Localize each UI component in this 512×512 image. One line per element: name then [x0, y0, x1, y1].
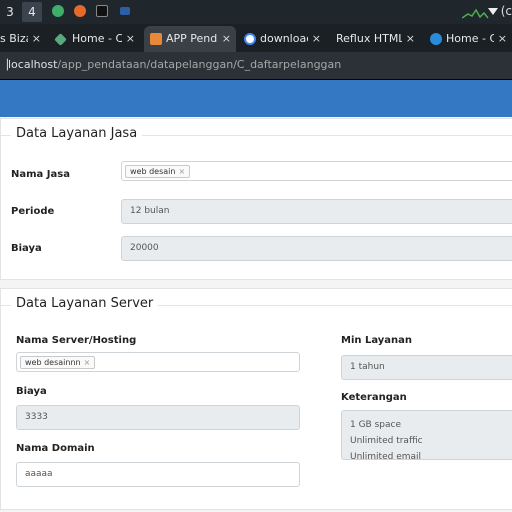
- firefox-icon[interactable]: [74, 5, 86, 17]
- tab-home-cyber[interactable]: Home - Cybe ×: [50, 26, 140, 52]
- biaya-server-label: Biaya: [16, 386, 47, 397]
- tab-close-icon[interactable]: ×: [126, 26, 135, 52]
- keterangan-line: 1 GB space: [350, 420, 401, 430]
- url-text[interactable]: localhost/app_pendataan/datapelanggan/C_…: [8, 58, 341, 71]
- nama-server-label: Nama Server/Hosting: [16, 335, 137, 346]
- tag-text: web desainnn: [25, 358, 81, 367]
- tag-text: web desain: [130, 167, 176, 176]
- jasa-fieldset: Data Layanan Jasa Nama Jasa web desain × …: [0, 118, 512, 280]
- address-bar[interactable]: ▕ localhost/app_pendataan/datapelanggan/…: [0, 52, 512, 80]
- system-taskbar: 3 4 (c: [0, 0, 512, 24]
- biaya-jasa-field[interactable]: 20000: [121, 236, 512, 261]
- app-header-bar: [0, 80, 512, 117]
- biaya-jasa-label: Biaya: [11, 243, 42, 254]
- window-icon[interactable]: [120, 7, 130, 15]
- tab-close-icon[interactable]: ×: [222, 26, 231, 52]
- app-launcher-icon[interactable]: [52, 5, 64, 17]
- nama-jasa-select[interactable]: web desain ×: [121, 161, 512, 181]
- jasa-legend: Data Layanan Jasa: [11, 126, 143, 141]
- keterangan-line: Unlimited email: [350, 452, 422, 460]
- canvas-favicon-icon: [430, 33, 442, 45]
- tab-app-pendataan[interactable]: APP Pendata ×: [144, 26, 236, 52]
- browser-tab-strip: s Bizarr × Home - Cybe × APP Pendata × d…: [0, 24, 512, 52]
- diamond-favicon-icon: [54, 33, 67, 46]
- nama-domain-label: Nama Domain: [16, 443, 95, 454]
- tab-close-icon[interactable]: ×: [406, 26, 415, 52]
- keterangan-label: Keterangan: [341, 392, 407, 403]
- url-path: /app_pendataan/datapelanggan/C_daftarpel…: [57, 58, 342, 71]
- tab-download[interactable]: download fr ×: [238, 26, 326, 52]
- server-legend: Data Layanan Server: [11, 296, 159, 311]
- nama-jasa-label: Nama Jasa: [11, 169, 70, 180]
- tab-close-icon[interactable]: ×: [312, 26, 321, 52]
- nama-server-select[interactable]: web desainnn ×: [16, 352, 300, 372]
- server-fieldset: Data Layanan Server Nama Server/Hosting …: [0, 288, 512, 510]
- keterangan-line: Unlimited traffic: [350, 436, 423, 446]
- tab-label: Home - Cybe: [72, 32, 122, 45]
- tab-label: s Bizarr: [0, 32, 28, 45]
- tag-remove-icon[interactable]: ×: [178, 167, 185, 176]
- page-info-icon[interactable]: ▕: [0, 60, 8, 72]
- tag-remove-icon[interactable]: ×: [84, 358, 91, 367]
- selected-tag: web desain ×: [125, 165, 191, 178]
- keterangan-textarea[interactable]: 1 GB space Unlimited traffic Unlimited e…: [341, 410, 512, 460]
- app-favicon-icon: [150, 33, 162, 45]
- tab-home-canvas[interactable]: Home - Canv ×: [424, 26, 512, 52]
- google-favicon-icon: [244, 33, 256, 45]
- tab-label: APP Pendata: [166, 32, 218, 45]
- tab-close-icon[interactable]: ×: [32, 26, 41, 52]
- tab-label: download fr: [260, 32, 308, 45]
- tab-label: Home - Canv: [446, 32, 494, 45]
- min-layanan-field[interactable]: 1 tahun: [341, 355, 512, 380]
- url-host: localhost: [8, 58, 58, 71]
- workspace-4-button[interactable]: 4: [22, 2, 42, 22]
- tab-bizarre[interactable]: s Bizarr ×: [0, 26, 46, 52]
- periode-field[interactable]: 12 bulan: [121, 199, 512, 224]
- tab-label: Reflux HTML CS: [336, 32, 402, 45]
- tab-close-icon[interactable]: ×: [498, 26, 507, 52]
- tab-reflux[interactable]: Reflux HTML CS ×: [330, 26, 420, 52]
- nama-domain-input[interactable]: aaaaa: [16, 462, 300, 487]
- selected-tag: web desainnn ×: [20, 356, 96, 369]
- biaya-server-field[interactable]: 3333: [16, 405, 300, 430]
- periode-label: Periode: [11, 206, 55, 217]
- workspace-3-button[interactable]: 3: [0, 2, 20, 22]
- tray-clock-text: (c: [500, 4, 512, 18]
- min-layanan-label: Min Layanan: [341, 335, 413, 346]
- terminal-icon[interactable]: [96, 5, 108, 17]
- wifi-icon[interactable]: [488, 6, 498, 16]
